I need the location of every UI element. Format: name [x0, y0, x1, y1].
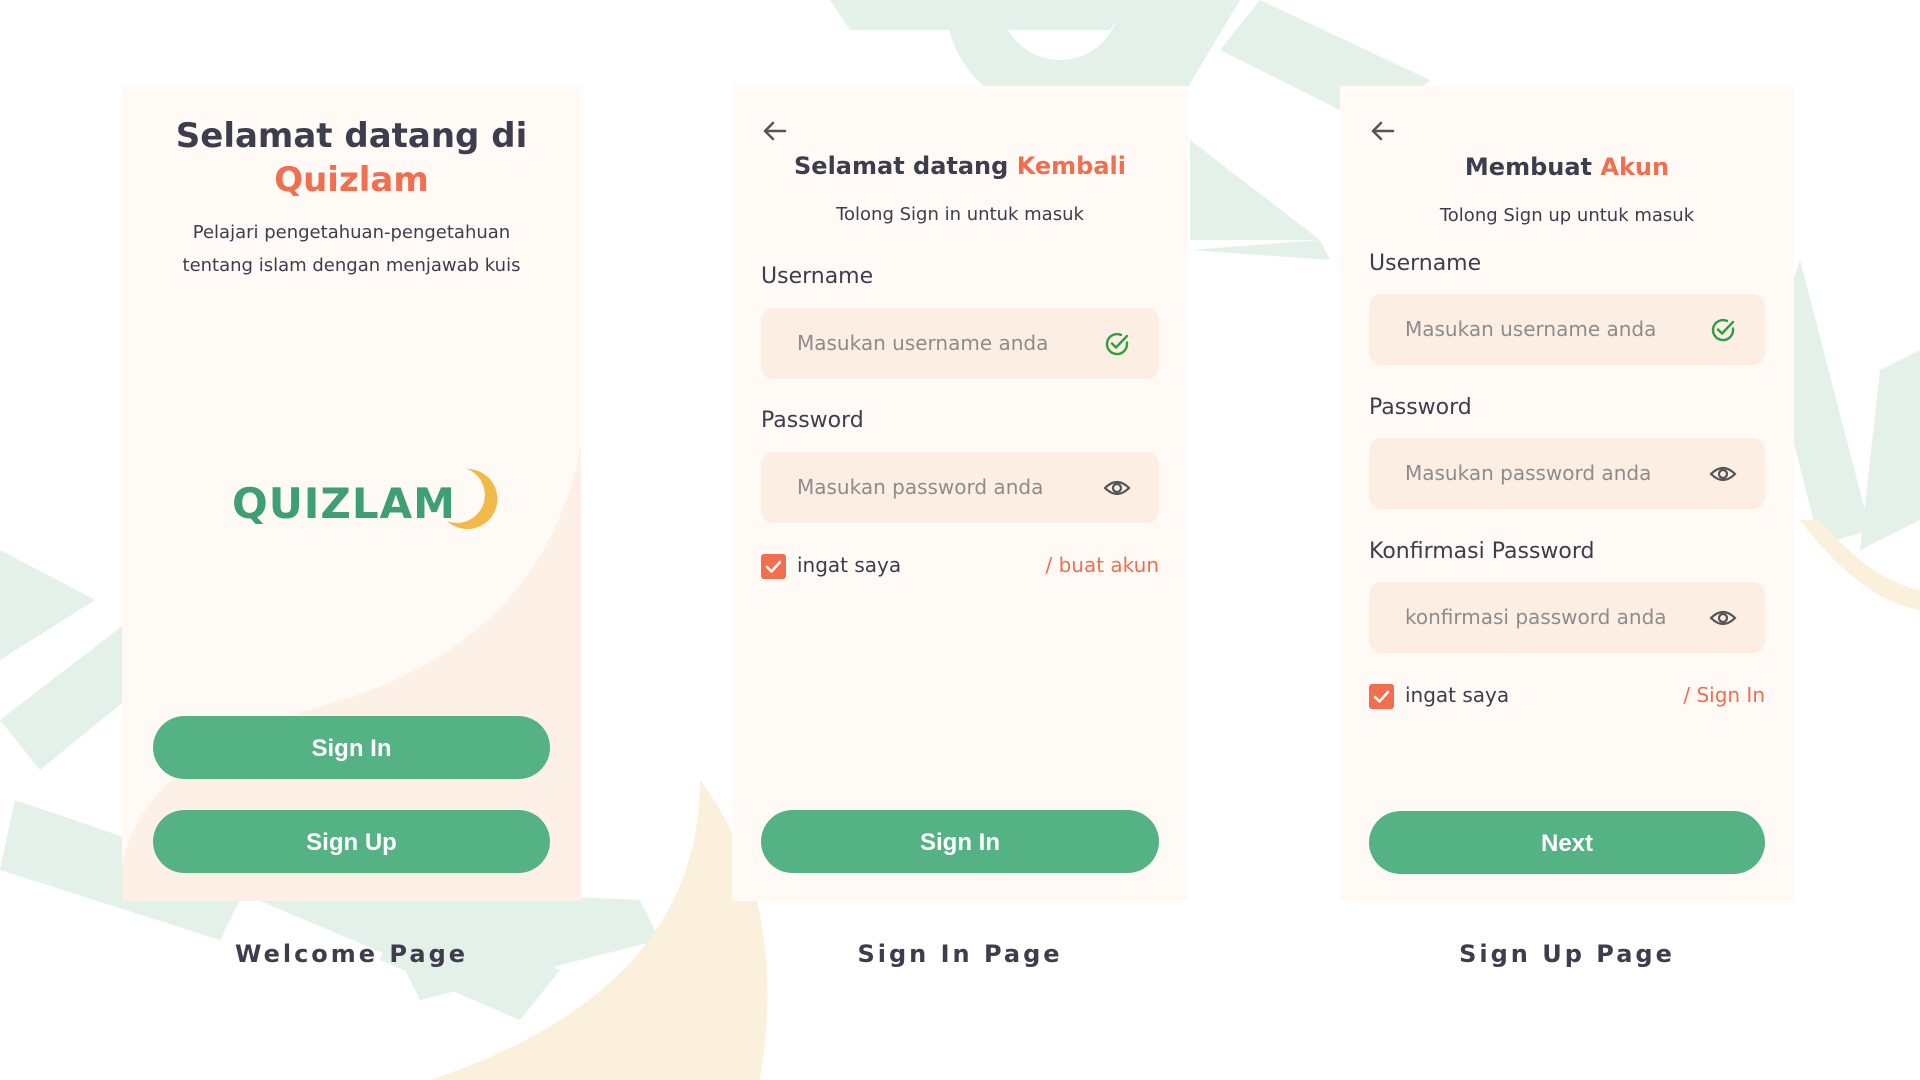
welcome-description: Pelajari pengetahuan-pengetahuan tentang…: [152, 216, 551, 282]
remember-checkbox[interactable]: [1369, 684, 1394, 709]
crescent-moon-icon: [447, 468, 498, 529]
sign-up-heading-main: Membuat: [1464, 153, 1601, 181]
sign-in-subtitle: Tolong Sign in untuk masuk: [836, 204, 1084, 225]
eye-icon[interactable]: [1709, 604, 1737, 632]
username-placeholder: Masukan username anda: [1405, 317, 1657, 341]
eye-icon[interactable]: [1103, 474, 1131, 502]
sign-up-page-caption: Sign Up Page: [1459, 940, 1675, 968]
remember-label: ingat saya: [1405, 683, 1510, 707]
welcome-description-line2: tentang islam dengan menjawab kuis: [182, 255, 521, 276]
password-field[interactable]: Masukan password anda: [761, 452, 1159, 523]
password-field[interactable]: Masukan password anda: [1369, 438, 1765, 509]
sign-up-heading: Membuat Akun: [1340, 153, 1794, 181]
check-circle-icon: [1105, 332, 1129, 356]
sign-in-link[interactable]: / Sign In: [1683, 683, 1765, 707]
sign-up-page-screen: Membuat Akun Tolong Sign up untuk masuk …: [1340, 86, 1794, 901]
quizlam-logo: QUIZLAM: [232, 461, 498, 541]
checkmark-icon: [1373, 690, 1390, 703]
sign-in-heading-accent: Kembali: [1016, 152, 1126, 180]
sign-up-subtitle: Tolong Sign up untuk masuk: [1439, 205, 1695, 226]
sign-up-heading-accent: Akun: [1600, 153, 1670, 181]
password-placeholder: Masukan password anda: [1405, 461, 1652, 485]
sign-in-page-screen: Selamat datang Kembali Tolong Sign in un…: [732, 86, 1188, 901]
confirm-password-field[interactable]: konfirmasi password anda: [1369, 582, 1765, 653]
welcome-title: Selamat datang di Quizlam: [122, 114, 581, 202]
password-label: Password: [1369, 395, 1472, 420]
sign-in-submit-button[interactable]: Sign In: [761, 810, 1159, 873]
username-placeholder: Masukan username anda: [797, 331, 1049, 355]
remember-label: ingat saya: [797, 553, 902, 577]
sign-in-heading: Selamat datang Kembali: [732, 152, 1188, 180]
sign-up-button[interactable]: Sign Up: [153, 810, 550, 873]
eye-icon[interactable]: [1709, 460, 1737, 488]
checkmark-icon: [765, 560, 782, 573]
welcome-page-screen: Selamat datang di Quizlam Pelajari penge…: [122, 86, 581, 901]
sign-in-button[interactable]: Sign In: [153, 716, 550, 779]
arrow-left-icon[interactable]: [1368, 116, 1398, 146]
username-field[interactable]: Masukan username anda: [761, 308, 1159, 379]
username-label: Username: [761, 264, 874, 289]
create-account-link[interactable]: / buat akun: [1046, 553, 1160, 577]
username-label: Username: [1369, 251, 1482, 276]
password-label: Password: [761, 408, 864, 433]
check-circle-icon: [1711, 318, 1735, 342]
welcome-page-caption: Welcome Page: [234, 940, 469, 968]
welcome-description-line1: Pelajari pengetahuan-pengetahuan: [192, 222, 511, 243]
username-field[interactable]: Masukan username anda: [1369, 294, 1765, 365]
welcome-title-line1: Selamat datang di: [175, 116, 528, 156]
confirm-password-label: Konfirmasi Password: [1369, 539, 1595, 564]
confirm-password-placeholder: konfirmasi password anda: [1405, 605, 1667, 629]
sign-in-heading-main: Selamat datang: [794, 152, 1017, 180]
sign-in-page-caption: Sign In Page: [857, 940, 1063, 968]
next-button[interactable]: Next: [1369, 811, 1765, 874]
remember-checkbox[interactable]: [761, 554, 786, 579]
logo-text: QUIZLAM: [232, 479, 456, 528]
arrow-left-icon[interactable]: [760, 116, 790, 146]
welcome-title-brand: Quizlam: [274, 160, 429, 200]
password-placeholder: Masukan password anda: [797, 475, 1044, 499]
